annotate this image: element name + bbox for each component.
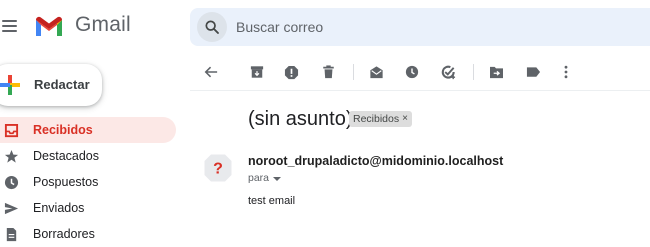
- compose-button[interactable]: Redactar: [0, 64, 102, 106]
- sidebar-item-label: Enviados: [33, 201, 85, 215]
- sidebar-nav: Recibidos Destacados Pospuestos Enviados…: [0, 117, 178, 247]
- search-bar[interactable]: [190, 8, 650, 46]
- delete-button[interactable]: [318, 62, 338, 82]
- star-icon: [4, 149, 19, 163]
- caret-down-icon: [273, 176, 282, 181]
- delete-icon: [322, 65, 334, 79]
- message-body: test email: [248, 195, 296, 207]
- search-input[interactable]: [236, 8, 616, 46]
- sidebar-item-snoozed[interactable]: Pospuestos: [0, 169, 176, 195]
- label-icon: [526, 67, 540, 77]
- app-brand-name[interactable]: Gmail: [75, 13, 131, 37]
- draft-icon: [6, 227, 17, 242]
- add-task-icon: [441, 65, 455, 79]
- report-spam-icon: [284, 65, 298, 79]
- clock-icon: [4, 175, 19, 190]
- compose-label: Redactar: [34, 77, 90, 92]
- sidebar-item-label: Destacados: [33, 149, 100, 163]
- back-arrow-icon: [204, 66, 218, 78]
- menu-icon-bar: [2, 20, 17, 22]
- mark-unread-button[interactable]: [366, 62, 386, 82]
- menu-icon-bar: [2, 30, 17, 32]
- archive-icon: [250, 66, 264, 78]
- inbox-icon: [4, 123, 19, 138]
- main-menu-button[interactable]: [2, 14, 22, 38]
- svg-text:?: ?: [213, 161, 223, 178]
- sidebar-item-label: Borradores: [33, 227, 95, 241]
- message-subject: (sin asunto): [248, 108, 353, 130]
- app-header: Gmail: [0, 0, 650, 52]
- move-to-button[interactable]: [486, 62, 506, 82]
- compose-plus-icon: [0, 75, 20, 95]
- sidebar-item-inbox[interactable]: Recibidos: [0, 117, 176, 143]
- report-spam-button[interactable]: [281, 62, 301, 82]
- toolbar-divider: [353, 64, 354, 80]
- sender-address[interactable]: noroot_drupaladicto@midominio.localhost: [248, 154, 503, 168]
- toolbar-divider: [473, 64, 474, 80]
- sidebar-item-label: Pospuestos: [33, 175, 99, 189]
- recipient-label: para: [248, 172, 270, 184]
- menu-icon-bar: [2, 25, 17, 27]
- more-vert-icon: [564, 65, 568, 79]
- sidebar-item-sent[interactable]: Enviados: [0, 195, 176, 221]
- sidebar-item-label: Recibidos: [33, 123, 93, 137]
- more-options-button[interactable]: [556, 62, 576, 82]
- labels-button[interactable]: [523, 62, 543, 82]
- search-icon: [205, 20, 219, 34]
- label-chip-inbox[interactable]: Recibidos ×: [349, 111, 412, 127]
- add-to-tasks-button[interactable]: [438, 62, 458, 82]
- move-to-icon: [489, 66, 503, 78]
- toolbar-divider-line: [190, 90, 650, 91]
- recipient-details-toggle[interactable]: para: [248, 172, 282, 184]
- sender-avatar-unknown-icon: ?: [204, 154, 232, 182]
- label-chip-text: Recibidos: [353, 113, 400, 125]
- snooze-icon: [405, 65, 419, 79]
- remove-label-button[interactable]: ×: [402, 111, 408, 127]
- search-button[interactable]: [197, 12, 227, 42]
- snooze-button[interactable]: [402, 62, 422, 82]
- send-icon: [4, 202, 19, 215]
- gmail-logo-icon[interactable]: [34, 14, 64, 38]
- mark-unread-icon: [369, 66, 383, 79]
- archive-button[interactable]: [247, 62, 267, 82]
- sidebar-item-drafts[interactable]: Borradores: [0, 221, 176, 247]
- sidebar-item-starred[interactable]: Destacados: [0, 143, 176, 169]
- message-toolbar: [190, 54, 650, 90]
- back-button[interactable]: [201, 62, 221, 82]
